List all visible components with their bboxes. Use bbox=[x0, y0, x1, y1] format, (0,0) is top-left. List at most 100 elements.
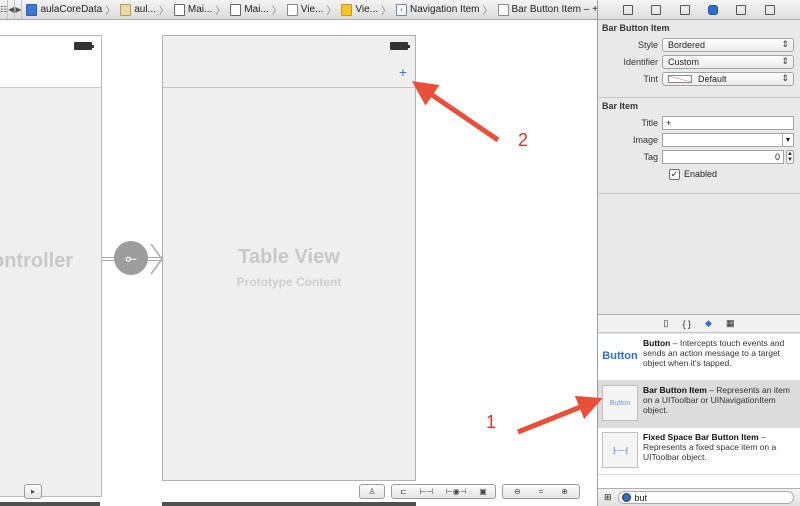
image-combo[interactable]: ▼ bbox=[662, 133, 794, 147]
library-filter-bar: ⊞ but bbox=[598, 488, 800, 506]
navigation-bar[interactable]: + bbox=[163, 36, 415, 88]
chevron-down-icon[interactable]: ▼ bbox=[782, 134, 793, 146]
title-field[interactable]: + bbox=[662, 116, 794, 130]
left-scene-title: ontroller bbox=[0, 250, 74, 272]
object-library[interactable]: Button Button – Intercepts touch events … bbox=[598, 334, 800, 488]
scene-toggle-button[interactable]: ▸ bbox=[24, 484, 42, 499]
tint-label: Tint bbox=[643, 74, 658, 84]
fixed-space-preview-icon: |·······| bbox=[602, 432, 638, 468]
document-outline-icon: ▸ bbox=[30, 487, 35, 496]
chevron-right-icon: 〉 bbox=[105, 6, 116, 17]
breadcrumb-folder[interactable]: aul... bbox=[116, 0, 158, 19]
style-popup[interactable]: Bordered bbox=[662, 38, 794, 52]
canvas-scroller[interactable] bbox=[0, 502, 100, 506]
plus-bar-button-item[interactable]: + bbox=[399, 65, 407, 79]
resolve-icon[interactable]: ⊢◉⊣ bbox=[446, 487, 467, 496]
navigation-controller-scene[interactable]: ontroller bbox=[0, 35, 102, 497]
breadcrumb-storyboard-base[interactable]: Mai... bbox=[226, 0, 270, 19]
code-snippet-icon[interactable]: { } bbox=[683, 319, 692, 329]
annotation-label-1: 1 bbox=[486, 412, 497, 432]
breadcrumb-view-controller[interactable]: Vie... bbox=[337, 0, 380, 19]
chevron-right-icon: 〉 bbox=[381, 6, 392, 17]
stepper-down-icon[interactable]: ▼ bbox=[787, 157, 793, 163]
identifier-label: Identifier bbox=[623, 57, 658, 67]
segue-icon[interactable]: ⟜ bbox=[114, 241, 148, 275]
image-row: Image ▼ bbox=[602, 132, 794, 148]
resize-icon[interactable]: ▣ bbox=[479, 487, 487, 496]
quick-help-icon[interactable] bbox=[651, 4, 662, 15]
identifier-row: Identifier Custom bbox=[602, 54, 794, 70]
tint-popup[interactable]: Default bbox=[662, 72, 794, 86]
tag-stepper[interactable]: ▲ ▼ bbox=[786, 150, 794, 164]
chevron-right-icon: 〉 bbox=[215, 6, 226, 17]
media-library-icon[interactable]: ▦ bbox=[726, 318, 735, 329]
forward-arrow-icon[interactable]: ▶ bbox=[15, 0, 23, 19]
breadcrumb-bar-button-item[interactable]: Bar Button Item – + bbox=[494, 0, 597, 19]
tag-label: Tag bbox=[643, 152, 658, 162]
color-swatch-icon bbox=[668, 75, 692, 83]
style-row: Style Bordered bbox=[602, 37, 794, 53]
zoom-out-icon[interactable]: ⊖ bbox=[514, 487, 521, 496]
left-navigation-bar bbox=[0, 36, 101, 88]
layout-tools-group[interactable]: ⊏ ⊢⊣ ⊢◉⊣ ▣ bbox=[391, 484, 496, 499]
enabled-label: Enabled bbox=[684, 169, 718, 179]
zoom-controls[interactable]: ⊖ = ⊕ bbox=[502, 484, 580, 499]
attributes-inspector-icon[interactable] bbox=[708, 4, 719, 15]
library-item-button[interactable]: Button Button – Intercepts touch events … bbox=[598, 334, 800, 381]
table-view-title: Table View bbox=[238, 246, 340, 268]
bar-button-item-section: Bar Button Item Style Bordered Identifie… bbox=[598, 20, 800, 98]
enabled-row: ✓ Enabled bbox=[602, 166, 794, 182]
form-factor-button[interactable]: ♙ bbox=[359, 484, 385, 499]
pin-icon[interactable]: ⊢⊣ bbox=[419, 487, 433, 496]
bar-button-item-icon bbox=[497, 3, 509, 16]
library-item-fixed-space[interactable]: |·······| Fixed Space Bar Button Item – … bbox=[598, 428, 800, 475]
identifier-popup[interactable]: Custom bbox=[662, 55, 794, 69]
image-label: Image bbox=[632, 135, 658, 145]
battery-icon bbox=[74, 42, 94, 50]
breadcrumb-scene[interactable]: Vie... bbox=[283, 0, 326, 19]
storyboard-canvas[interactable]: ontroller ⟜ + Table View Prototype Conte… bbox=[0, 21, 597, 506]
related-items-icon[interactable]: ☷ bbox=[0, 0, 9, 19]
connections-inspector-icon[interactable] bbox=[764, 4, 775, 15]
zoom-in-icon[interactable]: ⊕ bbox=[561, 487, 568, 496]
library-item-text: Bar Button Item – Represents an item on … bbox=[643, 385, 790, 415]
align-icon[interactable]: ⊏ bbox=[400, 487, 407, 496]
bar-button-preview-icon: Button bbox=[602, 385, 638, 421]
library-item-text: Fixed Space Bar Button Item – Represents… bbox=[643, 432, 777, 462]
filter-input[interactable]: but bbox=[617, 491, 794, 504]
tint-row: Tint Default bbox=[602, 71, 794, 87]
chevron-right-icon: 〉 bbox=[482, 6, 493, 17]
utilities-panel: Bar Button Item Style Bordered Identifie… bbox=[597, 0, 800, 506]
tag-field[interactable]: 0 bbox=[662, 150, 784, 164]
zoom-actual-icon[interactable]: = bbox=[539, 487, 544, 496]
file-inspector-icon[interactable] bbox=[623, 4, 634, 15]
breadcrumb-storyboard[interactable]: Mai... bbox=[170, 0, 214, 19]
library-item-bar-button-item[interactable]: Button Bar Button Item – Represents an i… bbox=[598, 381, 800, 428]
section-title: Bar Button Item bbox=[602, 23, 670, 33]
title-row: Title + bbox=[602, 115, 794, 131]
prototype-content-label: Prototype Content bbox=[236, 275, 342, 289]
file-template-icon[interactable]: ▯ bbox=[664, 318, 669, 329]
grid-view-icon[interactable]: ⊞ bbox=[604, 492, 612, 503]
inspector-tabs bbox=[598, 0, 800, 20]
object-library-icon[interactable]: ◆ bbox=[705, 318, 712, 329]
library-tabs: ▯ { } ◆ ▦ bbox=[598, 314, 800, 333]
section-title: Bar Item bbox=[602, 101, 639, 111]
title-label: Title bbox=[641, 118, 658, 128]
back-arrow-icon[interactable]: ◀ bbox=[8, 0, 16, 19]
person-icon: ♙ bbox=[368, 487, 376, 496]
button-preview-icon: Button bbox=[602, 350, 638, 362]
breadcrumb-project[interactable]: aulaCoreData bbox=[22, 0, 104, 19]
view-controller-icon bbox=[341, 3, 353, 16]
identity-inspector-icon[interactable] bbox=[679, 4, 690, 15]
library-item-text: Button – Intercepts touch events and sen… bbox=[643, 338, 785, 368]
size-inspector-icon[interactable] bbox=[736, 4, 747, 15]
folder-icon bbox=[120, 3, 132, 16]
enabled-checkbox[interactable]: ✓ bbox=[669, 168, 680, 180]
chevron-right-icon: 〉 bbox=[271, 6, 282, 17]
breadcrumb-navigation-item[interactable]: ‹ Navigation Item bbox=[392, 0, 481, 19]
canvas-scroller-right[interactable] bbox=[162, 502, 416, 506]
annotation-label-2: 2 bbox=[518, 130, 529, 150]
bar-item-section: Bar Item Title + Image ▼ Tag 0 ▲ ▼ ✓ Enab… bbox=[598, 98, 800, 194]
table-view-controller-scene[interactable]: + Table View Prototype Content bbox=[162, 35, 416, 481]
